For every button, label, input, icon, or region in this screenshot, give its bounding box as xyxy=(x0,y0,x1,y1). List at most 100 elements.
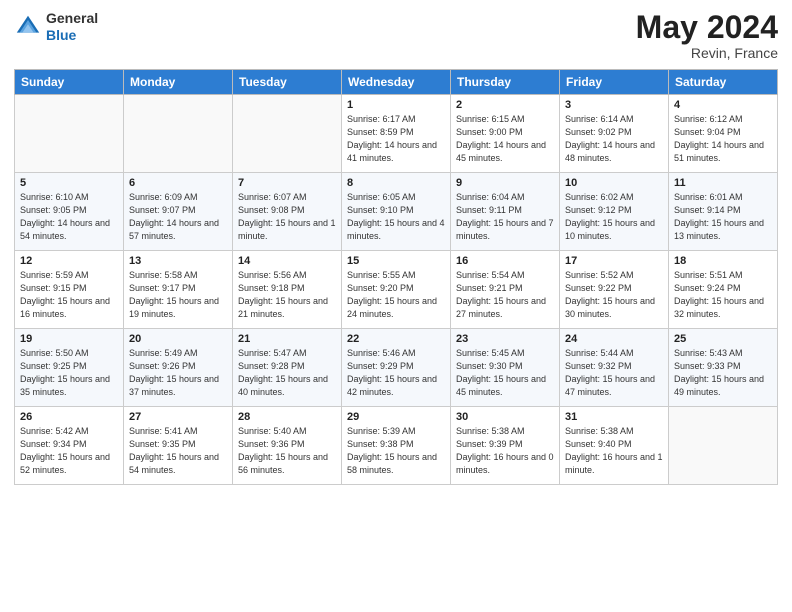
day-number: 11 xyxy=(674,177,772,189)
cell-sunrise: Sunrise: 6:10 AMSunset: 9:05 PMDaylight:… xyxy=(20,192,110,241)
day-number: 1 xyxy=(347,99,445,111)
day-number: 5 xyxy=(20,177,118,189)
calendar-cell: 4 Sunrise: 6:12 AMSunset: 9:04 PMDayligh… xyxy=(669,95,778,173)
cell-sunrise: Sunrise: 6:09 AMSunset: 9:07 PMDaylight:… xyxy=(129,192,219,241)
logo: General Blue xyxy=(14,10,98,44)
calendar-cell: 24 Sunrise: 5:44 AMSunset: 9:32 PMDaylig… xyxy=(560,329,669,407)
logo-text: General Blue xyxy=(46,10,98,44)
calendar-cell: 12 Sunrise: 5:59 AMSunset: 9:15 PMDaylig… xyxy=(15,251,124,329)
cell-sunrise: Sunrise: 5:58 AMSunset: 9:17 PMDaylight:… xyxy=(129,270,219,319)
cell-sunrise: Sunrise: 5:41 AMSunset: 9:35 PMDaylight:… xyxy=(129,426,219,475)
calendar-cell: 3 Sunrise: 6:14 AMSunset: 9:02 PMDayligh… xyxy=(560,95,669,173)
calendar-cell xyxy=(15,95,124,173)
calendar-cell: 28 Sunrise: 5:40 AMSunset: 9:36 PMDaylig… xyxy=(233,407,342,485)
cell-sunrise: Sunrise: 6:12 AMSunset: 9:04 PMDaylight:… xyxy=(674,114,764,163)
cell-sunrise: Sunrise: 5:43 AMSunset: 9:33 PMDaylight:… xyxy=(674,348,764,397)
calendar-cell: 19 Sunrise: 5:50 AMSunset: 9:25 PMDaylig… xyxy=(15,329,124,407)
calendar-cell: 21 Sunrise: 5:47 AMSunset: 9:28 PMDaylig… xyxy=(233,329,342,407)
day-number: 23 xyxy=(456,333,554,345)
cell-sunrise: Sunrise: 6:05 AMSunset: 9:10 PMDaylight:… xyxy=(347,192,445,241)
calendar-cell: 18 Sunrise: 5:51 AMSunset: 9:24 PMDaylig… xyxy=(669,251,778,329)
day-number: 10 xyxy=(565,177,663,189)
day-number: 20 xyxy=(129,333,227,345)
cell-sunrise: Sunrise: 6:17 AMSunset: 8:59 PMDaylight:… xyxy=(347,114,437,163)
logo-blue: Blue xyxy=(46,27,98,44)
col-saturday: Saturday xyxy=(669,70,778,95)
calendar-cell xyxy=(233,95,342,173)
day-number: 12 xyxy=(20,255,118,267)
cell-sunrise: Sunrise: 6:14 AMSunset: 9:02 PMDaylight:… xyxy=(565,114,655,163)
calendar-cell: 25 Sunrise: 5:43 AMSunset: 9:33 PMDaylig… xyxy=(669,329,778,407)
cell-sunrise: Sunrise: 5:46 AMSunset: 9:29 PMDaylight:… xyxy=(347,348,437,397)
col-thursday: Thursday xyxy=(451,70,560,95)
day-number: 28 xyxy=(238,411,336,423)
cell-sunrise: Sunrise: 5:59 AMSunset: 9:15 PMDaylight:… xyxy=(20,270,110,319)
calendar-cell: 30 Sunrise: 5:38 AMSunset: 9:39 PMDaylig… xyxy=(451,407,560,485)
day-number: 21 xyxy=(238,333,336,345)
day-number: 18 xyxy=(674,255,772,267)
location: Revin, France xyxy=(636,45,778,61)
cell-sunrise: Sunrise: 6:15 AMSunset: 9:00 PMDaylight:… xyxy=(456,114,546,163)
day-number: 25 xyxy=(674,333,772,345)
day-number: 7 xyxy=(238,177,336,189)
logo-general: General xyxy=(46,10,98,27)
calendar-week-row: 26 Sunrise: 5:42 AMSunset: 9:34 PMDaylig… xyxy=(15,407,778,485)
col-sunday: Sunday xyxy=(15,70,124,95)
day-number: 19 xyxy=(20,333,118,345)
day-number: 16 xyxy=(456,255,554,267)
day-number: 8 xyxy=(347,177,445,189)
day-number: 15 xyxy=(347,255,445,267)
cell-sunrise: Sunrise: 5:51 AMSunset: 9:24 PMDaylight:… xyxy=(674,270,764,319)
day-number: 9 xyxy=(456,177,554,189)
cell-sunrise: Sunrise: 5:52 AMSunset: 9:22 PMDaylight:… xyxy=(565,270,655,319)
col-wednesday: Wednesday xyxy=(342,70,451,95)
calendar-cell: 8 Sunrise: 6:05 AMSunset: 9:10 PMDayligh… xyxy=(342,173,451,251)
day-number: 29 xyxy=(347,411,445,423)
col-monday: Monday xyxy=(124,70,233,95)
cell-sunrise: Sunrise: 5:50 AMSunset: 9:25 PMDaylight:… xyxy=(20,348,110,397)
calendar-cell: 22 Sunrise: 5:46 AMSunset: 9:29 PMDaylig… xyxy=(342,329,451,407)
calendar-cell: 29 Sunrise: 5:39 AMSunset: 9:38 PMDaylig… xyxy=(342,407,451,485)
calendar-week-row: 12 Sunrise: 5:59 AMSunset: 9:15 PMDaylig… xyxy=(15,251,778,329)
calendar-cell xyxy=(124,95,233,173)
cell-sunrise: Sunrise: 6:02 AMSunset: 9:12 PMDaylight:… xyxy=(565,192,655,241)
calendar-cell: 14 Sunrise: 5:56 AMSunset: 9:18 PMDaylig… xyxy=(233,251,342,329)
calendar-cell: 27 Sunrise: 5:41 AMSunset: 9:35 PMDaylig… xyxy=(124,407,233,485)
calendar-cell: 11 Sunrise: 6:01 AMSunset: 9:14 PMDaylig… xyxy=(669,173,778,251)
day-number: 13 xyxy=(129,255,227,267)
day-number: 6 xyxy=(129,177,227,189)
cell-sunrise: Sunrise: 6:07 AMSunset: 9:08 PMDaylight:… xyxy=(238,192,336,241)
col-friday: Friday xyxy=(560,70,669,95)
calendar-cell xyxy=(669,407,778,485)
cell-sunrise: Sunrise: 5:54 AMSunset: 9:21 PMDaylight:… xyxy=(456,270,546,319)
cell-sunrise: Sunrise: 5:49 AMSunset: 9:26 PMDaylight:… xyxy=(129,348,219,397)
title-block: May 2024 Revin, France xyxy=(636,10,778,61)
calendar-cell: 5 Sunrise: 6:10 AMSunset: 9:05 PMDayligh… xyxy=(15,173,124,251)
day-number: 27 xyxy=(129,411,227,423)
calendar-cell: 15 Sunrise: 5:55 AMSunset: 9:20 PMDaylig… xyxy=(342,251,451,329)
page-header: General Blue May 2024 Revin, France xyxy=(14,10,778,61)
cell-sunrise: Sunrise: 5:45 AMSunset: 9:30 PMDaylight:… xyxy=(456,348,546,397)
cell-sunrise: Sunrise: 6:01 AMSunset: 9:14 PMDaylight:… xyxy=(674,192,764,241)
cell-sunrise: Sunrise: 5:40 AMSunset: 9:36 PMDaylight:… xyxy=(238,426,328,475)
calendar-cell: 16 Sunrise: 5:54 AMSunset: 9:21 PMDaylig… xyxy=(451,251,560,329)
calendar-week-row: 19 Sunrise: 5:50 AMSunset: 9:25 PMDaylig… xyxy=(15,329,778,407)
logo-icon xyxy=(14,13,42,41)
calendar-cell: 13 Sunrise: 5:58 AMSunset: 9:17 PMDaylig… xyxy=(124,251,233,329)
cell-sunrise: Sunrise: 6:04 AMSunset: 9:11 PMDaylight:… xyxy=(456,192,554,241)
day-number: 2 xyxy=(456,99,554,111)
cell-sunrise: Sunrise: 5:47 AMSunset: 9:28 PMDaylight:… xyxy=(238,348,328,397)
calendar-week-row: 5 Sunrise: 6:10 AMSunset: 9:05 PMDayligh… xyxy=(15,173,778,251)
day-number: 17 xyxy=(565,255,663,267)
cell-sunrise: Sunrise: 5:55 AMSunset: 9:20 PMDaylight:… xyxy=(347,270,437,319)
month-year: May 2024 xyxy=(636,10,778,45)
calendar-week-row: 1 Sunrise: 6:17 AMSunset: 8:59 PMDayligh… xyxy=(15,95,778,173)
calendar-cell: 1 Sunrise: 6:17 AMSunset: 8:59 PMDayligh… xyxy=(342,95,451,173)
cell-sunrise: Sunrise: 5:56 AMSunset: 9:18 PMDaylight:… xyxy=(238,270,328,319)
day-number: 14 xyxy=(238,255,336,267)
day-number: 30 xyxy=(456,411,554,423)
calendar-cell: 2 Sunrise: 6:15 AMSunset: 9:00 PMDayligh… xyxy=(451,95,560,173)
calendar-table: Sunday Monday Tuesday Wednesday Thursday… xyxy=(14,69,778,485)
day-number: 4 xyxy=(674,99,772,111)
calendar-cell: 31 Sunrise: 5:38 AMSunset: 9:40 PMDaylig… xyxy=(560,407,669,485)
